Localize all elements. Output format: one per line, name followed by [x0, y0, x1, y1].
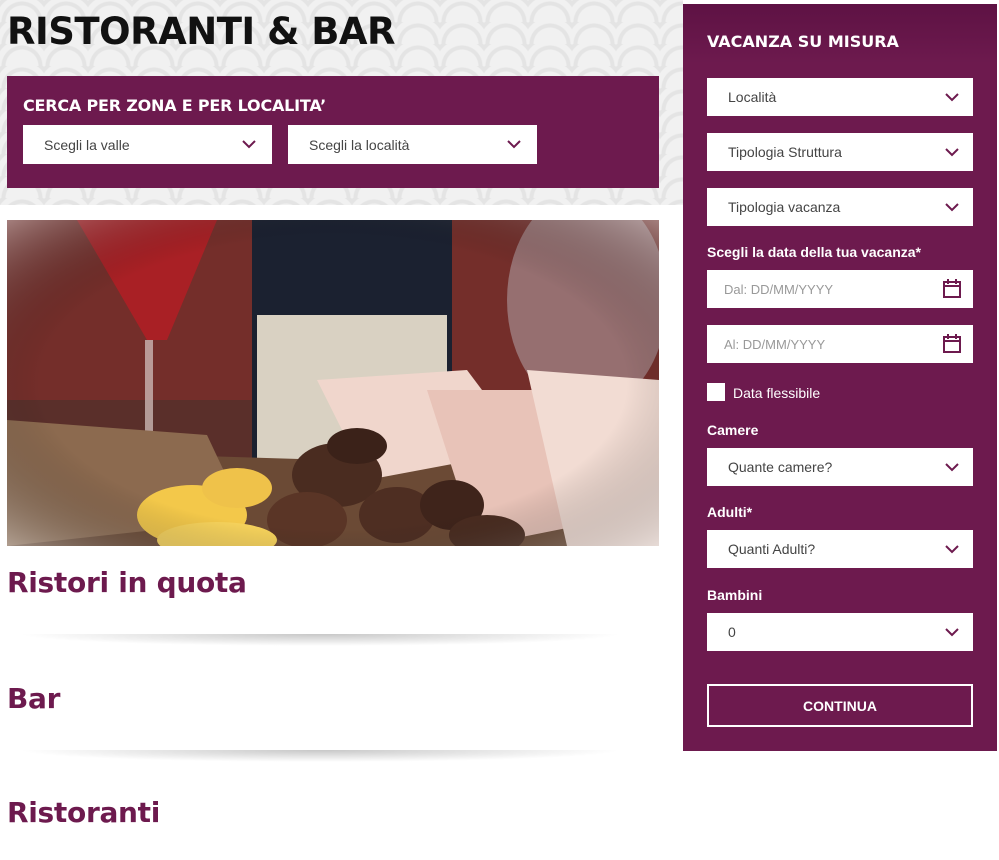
vacation-planner-sidebar: VACANZA SU MISURA Località Tipologia Str…	[683, 4, 997, 751]
children-dropdown-value: 0	[728, 624, 736, 640]
calendar-icon[interactable]	[943, 334, 961, 353]
date-from-placeholder: Dal: DD/MM/YYYY	[724, 281, 834, 297]
children-label: Bambini	[707, 587, 763, 603]
page-title: RISTORANTI & BAR	[7, 10, 396, 53]
flexible-date-checkbox[interactable]	[707, 383, 725, 401]
date-to-placeholder: Al: DD/MM/YYYY	[724, 336, 826, 352]
calendar-icon[interactable]	[943, 279, 961, 298]
section-heading-ristoranti[interactable]: Ristoranti	[7, 796, 160, 829]
rooms-dropdown[interactable]: Quante camere?	[707, 448, 973, 486]
adults-dropdown-value: Quanti Adulti?	[728, 541, 816, 557]
adults-dropdown[interactable]: Quanti Adulti?	[707, 530, 973, 568]
hero-image	[7, 220, 659, 546]
date-to-input[interactable]: Al: DD/MM/YYYY	[707, 325, 973, 363]
chevron-down-icon	[242, 140, 256, 149]
valley-select[interactable]: Scegli la valle	[23, 125, 272, 164]
chevron-down-icon	[507, 140, 521, 149]
chevron-down-icon	[945, 148, 959, 157]
vacation-type-dropdown-value: Tipologia vacanza	[728, 199, 841, 215]
locality-dropdown-value: Località	[728, 89, 777, 105]
rooms-dropdown-value: Quante camere?	[728, 459, 833, 475]
food-wine-photo	[7, 220, 659, 546]
vacation-type-dropdown[interactable]: Tipologia vacanza	[707, 188, 973, 226]
search-panel: CERCA PER ZONA E PER LOCALITA’ Scegli la…	[7, 76, 659, 188]
locality-select-value: Scegli la località	[309, 136, 410, 153]
section-heading-ristori[interactable]: Ristori in quota	[7, 566, 247, 599]
continue-button[interactable]: CONTINUA	[707, 684, 973, 727]
chevron-down-icon	[945, 545, 959, 554]
flexible-date-label: Data flessibile	[733, 385, 821, 401]
chevron-down-icon	[945, 463, 959, 472]
rooms-label: Camere	[707, 422, 759, 438]
section-heading-bar[interactable]: Bar	[7, 682, 60, 715]
date-label: Scegli la data della tua vacanza*	[707, 244, 921, 260]
section-divider	[20, 750, 620, 780]
date-from-input[interactable]: Dal: DD/MM/YYYY	[707, 270, 973, 308]
chevron-down-icon	[945, 93, 959, 102]
valley-select-value: Scegli la valle	[44, 136, 130, 153]
search-title: CERCA PER ZONA E PER LOCALITA’	[23, 96, 326, 115]
children-dropdown[interactable]: 0	[707, 613, 973, 651]
sidebar-title: VACANZA SU MISURA	[707, 32, 899, 51]
adults-label: Adulti*	[707, 504, 753, 520]
structure-type-dropdown[interactable]: Tipologia Struttura	[707, 133, 973, 171]
structure-type-dropdown-value: Tipologia Struttura	[728, 144, 842, 160]
chevron-down-icon	[945, 628, 959, 637]
chevron-down-icon	[945, 203, 959, 212]
section-divider	[20, 634, 620, 664]
locality-select[interactable]: Scegli la località	[288, 125, 537, 164]
locality-dropdown[interactable]: Località	[707, 78, 973, 116]
